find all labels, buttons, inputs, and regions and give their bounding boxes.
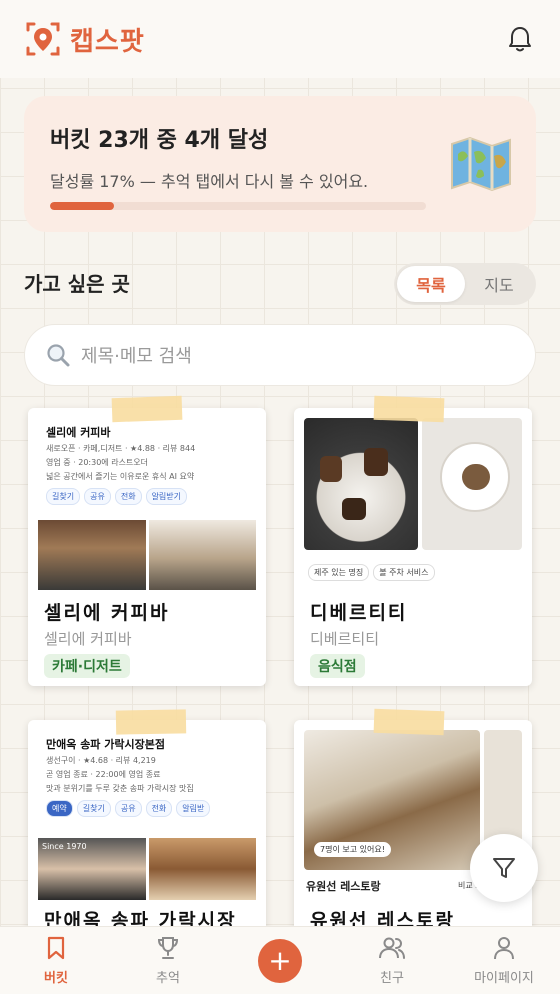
tab-mypage[interactable]: 마이페이지 bbox=[448, 927, 560, 994]
bottom-tab-bar: 버킷 추억 + 친구 마이페이지 bbox=[0, 926, 560, 994]
card-thumbnail: 제주 있는 명징 볼 주차 서비스 bbox=[304, 418, 522, 590]
tab-label: 추억 bbox=[156, 971, 180, 986]
thumb-chip: 알림받기 bbox=[145, 488, 188, 505]
dessert-item bbox=[320, 456, 342, 482]
tab-label: 친구 bbox=[380, 971, 404, 986]
thumb-line: 영업 중 · 20:30에 라스트오더 bbox=[46, 458, 149, 467]
dessert-photo bbox=[304, 418, 418, 550]
friends-icon bbox=[379, 937, 405, 959]
thumb-chip: 길찾기 bbox=[46, 488, 81, 505]
place-screenshot: 만애옥 송파 가락시장본점 생선구이 · ★4.68 · 리뷰 4,219 곧 … bbox=[38, 730, 256, 900]
world-map-icon bbox=[451, 136, 511, 192]
thumb-line: 곧 영업 종료 · 22:00에 영업 종료 bbox=[46, 770, 161, 779]
card-subtitle: 디베르티티 bbox=[310, 630, 380, 648]
add-button[interactable]: + bbox=[224, 927, 336, 994]
tab-friends[interactable]: 친구 bbox=[336, 927, 448, 994]
tape-decoration bbox=[373, 395, 445, 423]
plus-icon: + bbox=[258, 938, 302, 983]
dessert-item bbox=[364, 448, 388, 476]
thumb-line: 생선구이 · ★4.68 · 리뷰 4,219 bbox=[46, 756, 156, 765]
thumb-chip: 전화 bbox=[145, 800, 173, 817]
category-tag: 카페·디저트 bbox=[44, 654, 130, 678]
progress-bar-fill bbox=[50, 202, 114, 210]
thumb-chip: 길찾기 bbox=[76, 800, 111, 817]
thumb-title: 셀리에 커피바 bbox=[46, 426, 111, 439]
card-thumbnail: 셀리에 커피바 새로오픈 · 카페,디저트 · ★4.88 · 리뷰 844 영… bbox=[38, 418, 256, 590]
category-tag: 음식점 bbox=[310, 654, 365, 678]
card-subtitle: 셀리에 커피바 bbox=[44, 630, 132, 648]
card-title: 셀리에 커피바 bbox=[44, 602, 170, 624]
bucket-progress-card: 버킷 23개 중 4개 달성 달성률 17% — 추억 탭에서 다시 볼 수 있… bbox=[24, 96, 536, 232]
filter-button[interactable] bbox=[470, 834, 538, 902]
thumb-chip: 공유 bbox=[84, 488, 111, 505]
section-title: 가고 싶은 곳 bbox=[24, 272, 130, 296]
bucket-card[interactable]: 제주 있는 명징 볼 주차 서비스 디베르티티 디베르티티 음식점 bbox=[294, 408, 532, 686]
restaurant-photo: Since 1970 bbox=[38, 838, 146, 900]
tape-decoration bbox=[115, 709, 187, 735]
card-thumbnail: 만애옥 송파 가락시장본점 생선구이 · ★4.68 · 리뷰 4,219 곧 … bbox=[38, 730, 256, 900]
progress-subtitle: 달성률 17% — 추억 탭에서 다시 볼 수 있어요. bbox=[50, 172, 369, 191]
cafe-photo bbox=[38, 520, 146, 590]
thumb-caption: 유원선 레스토랑 bbox=[306, 880, 381, 893]
toggle-list[interactable]: 목록 bbox=[397, 266, 465, 302]
dessert-item bbox=[342, 498, 366, 520]
app-logo: 캡스팟 bbox=[24, 20, 145, 58]
thumb-line: 넓은 공간에서 즐기는 이유로운 휴식 AI 요약 bbox=[46, 472, 195, 481]
tab-bucket[interactable]: 버킷 bbox=[0, 927, 112, 994]
plate bbox=[440, 442, 510, 512]
photo-caption: Since 1970 bbox=[42, 842, 87, 851]
trophy-icon bbox=[157, 937, 179, 959]
progress-bar bbox=[50, 202, 426, 210]
progress-title: 버킷 23개 중 4개 달성 bbox=[50, 128, 269, 153]
dish-photo: 7명이 보고 있어요! bbox=[304, 730, 480, 870]
cafe-photo bbox=[148, 520, 256, 590]
tab-memories[interactable]: 추억 bbox=[112, 927, 224, 994]
tape-decoration bbox=[111, 395, 183, 423]
app-header: 캡스팟 bbox=[0, 0, 560, 78]
toggle-map[interactable]: 지도 bbox=[465, 266, 533, 302]
bucket-card[interactable]: 셀리에 커피바 새로오픈 · 카페,디저트 · ★4.88 · 리뷰 844 영… bbox=[28, 408, 266, 686]
dish-photo bbox=[422, 418, 522, 550]
bucket-card[interactable]: 만애옥 송파 가락시장본점 생선구이 · ★4.68 · 리뷰 4,219 곧 … bbox=[28, 720, 266, 960]
card-title: 디베르티티 bbox=[310, 602, 408, 624]
thumb-chip: 전화 bbox=[114, 488, 142, 505]
thumb-chip: 제주 있는 명징 bbox=[308, 564, 370, 581]
thumb-chip: 예약 bbox=[46, 800, 73, 817]
tab-label: 마이페이지 bbox=[474, 971, 534, 986]
thumb-chip: 공유 bbox=[114, 800, 142, 817]
tape-decoration bbox=[373, 708, 445, 736]
viewers-badge: 7명이 보고 있어요! bbox=[314, 842, 391, 857]
search-icon bbox=[47, 344, 70, 367]
filter-icon bbox=[493, 858, 515, 878]
food-photo bbox=[148, 838, 256, 900]
bell-icon[interactable] bbox=[504, 23, 536, 55]
search-input[interactable]: 제목·메모 검색 bbox=[24, 324, 536, 386]
view-toggle: 목록 지도 bbox=[394, 263, 536, 305]
thumb-title: 만애옥 송파 가락시장본점 bbox=[46, 738, 165, 751]
map-pin-icon bbox=[26, 22, 60, 56]
app-logo-text: 캡스팟 bbox=[70, 26, 145, 57]
bookmark-icon bbox=[47, 936, 65, 960]
place-screenshot: 셀리에 커피바 새로오픈 · 카페,디저트 · ★4.88 · 리뷰 844 영… bbox=[38, 418, 256, 590]
search-placeholder: 제목·메모 검색 bbox=[81, 346, 192, 367]
thumb-line: 맛과 분위기를 두루 갖춘 송파 가락시장 맛집 bbox=[46, 784, 194, 793]
thumb-chip: 알림받 bbox=[176, 800, 211, 817]
user-icon bbox=[494, 937, 514, 960]
thumb-line: 새로오픈 · 카페,디저트 · ★4.88 · 리뷰 844 bbox=[46, 444, 196, 453]
tab-label: 버킷 bbox=[44, 971, 68, 986]
dish-item bbox=[462, 464, 490, 490]
thumb-chip: 볼 주차 서비스 bbox=[373, 564, 435, 581]
